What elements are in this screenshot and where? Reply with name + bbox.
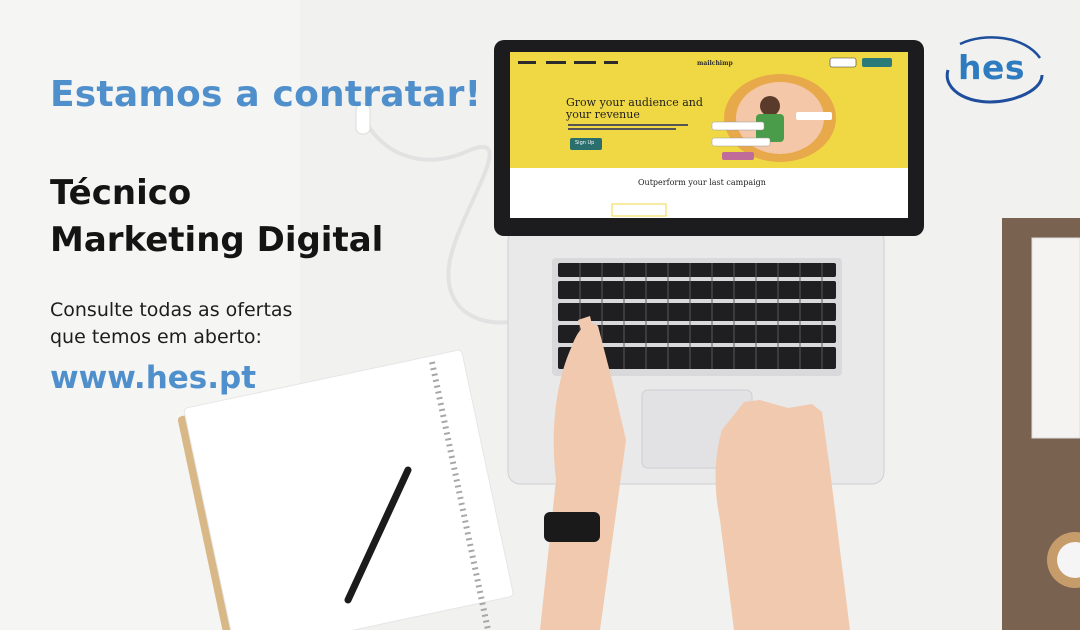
screen-hero-line2: your revenue	[566, 108, 640, 121]
job-title-line2: Marketing Digital	[50, 220, 384, 260]
job-title: Técnico Marketing Digital	[50, 170, 383, 264]
offers-text: Consulte todas as ofertas que temos em a…	[50, 297, 292, 351]
screen-section-title: Outperform your last campaign	[638, 178, 766, 187]
offers-text-line2: que temos em aberto:	[50, 326, 262, 348]
book	[1031, 237, 1080, 439]
screen-brand: mailchimp	[697, 60, 733, 67]
wristwatch	[544, 512, 600, 542]
hiring-headline: Estamos a contratar!	[50, 74, 482, 115]
offers-text-line1: Consulte todas as ofertas	[50, 299, 293, 321]
hes-logo: hes	[958, 48, 1026, 87]
screen-cta-button: Sign Up	[575, 140, 595, 146]
job-title-line1: Técnico	[50, 173, 192, 213]
website-link[interactable]: www.hes.pt	[50, 360, 256, 396]
